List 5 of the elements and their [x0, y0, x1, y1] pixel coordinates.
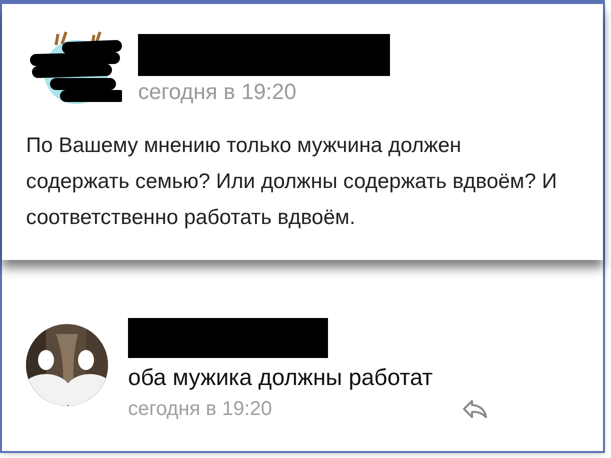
comment-text: оба мужика должны работат [128, 363, 434, 392]
post-text: По Вашему мнению только мужчина должен содержать семью? Или должны содержать вдвоём? И соответственно работать вдвоём. [26, 133, 558, 231]
comment-time: сегодня в 19:20 [128, 397, 272, 422]
post-time: сегодня в 19:20 [138, 78, 298, 106]
reply-icon[interactable] [462, 399, 488, 419]
